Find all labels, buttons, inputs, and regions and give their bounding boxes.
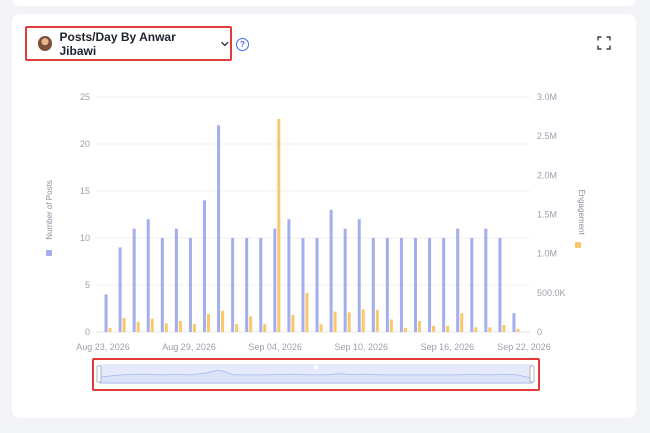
engagement-bar [277, 118, 281, 332]
posts-bar [470, 238, 474, 332]
y-left-title: Number of Posts [45, 180, 54, 240]
y-axis-right: 0 500.0K 1.0M 1.5M 2.0M 2.5M 3.0M [537, 92, 566, 337]
posts-bar [259, 238, 263, 332]
navigator-center-grip[interactable] [314, 365, 318, 369]
posts-engagement-chart: 0 5 10 15 20 25 0 500.0K 1.0M 1.5M 2.0M 2.5M 3.0M A… [45, 92, 586, 391]
posts-bar [428, 238, 432, 332]
y-left-tick: 20 [80, 139, 90, 149]
posts-bar [146, 219, 150, 332]
x-tick-label: Sep 16, 2026 [421, 342, 475, 352]
posts-bar [203, 200, 206, 332]
engagement-bar [291, 314, 295, 332]
engagement-bar [460, 313, 464, 332]
engagement-bar [136, 321, 140, 332]
posts-bar [132, 228, 136, 332]
engagement-bar [207, 313, 210, 332]
engagement-bar [319, 324, 323, 332]
engagement-bar [178, 321, 182, 332]
x-tick-label: Sep 22, 2026 [497, 342, 551, 352]
posts-bar [456, 228, 460, 332]
posts-bar [484, 228, 488, 332]
engagement-bar [249, 316, 253, 332]
posts-bar [118, 247, 122, 332]
engagement-bar [432, 325, 436, 332]
posts-bar [385, 238, 389, 332]
engagement-bar [305, 292, 309, 332]
engagement-bar [361, 309, 365, 332]
y-left-tick: 0 [85, 327, 90, 337]
x-tick-label: Aug 23, 2026 [76, 342, 130, 352]
engagement-bar [375, 310, 379, 332]
y-right-tick: 0 [537, 327, 542, 337]
y-left-title-text: Number of Posts [45, 180, 54, 240]
posts-bar [357, 219, 361, 332]
y-left-tick: 25 [80, 92, 90, 102]
range-navigator[interactable] [96, 364, 535, 384]
posts-bar [301, 238, 305, 332]
engagement-bar [221, 310, 225, 332]
posts-bar [498, 238, 502, 332]
posts-bar [414, 238, 417, 332]
posts-bar [371, 238, 375, 332]
y-left-tick: 10 [80, 233, 90, 243]
posts-bar [512, 313, 516, 332]
engagement-bar [122, 317, 126, 332]
y-axis-left: 0 5 10 15 20 25 [80, 92, 90, 337]
engagement-bar [235, 324, 239, 332]
y-right-title-text: Engagement [577, 189, 586, 235]
posts-bar [174, 228, 178, 332]
engagement-bar [446, 325, 450, 332]
engagement-bar [108, 328, 112, 332]
engagement-bar [150, 318, 154, 332]
engagement-bar [418, 321, 421, 332]
y-left-tick: 15 [80, 186, 90, 196]
engagement-bar [347, 312, 351, 332]
y-left-tick: 5 [85, 280, 90, 290]
y-right-title: Engagement [577, 189, 586, 235]
posts-bar [287, 219, 291, 332]
navigator-left-handle[interactable] [96, 365, 102, 383]
posts-bar [442, 238, 446, 332]
posts-legend-marker [46, 250, 52, 256]
navigator-right-handle[interactable] [529, 365, 535, 383]
posts-bar [315, 238, 319, 332]
posts-bar [399, 238, 403, 332]
engagement-bar [488, 327, 492, 332]
engagement-bar [164, 323, 168, 332]
x-axis: Aug 23, 2026 Aug 29, 2026 Sep 04, 2026 Sep … [76, 342, 551, 352]
posts-bar [329, 209, 333, 332]
engagement-legend-marker [575, 242, 581, 248]
posts-bar [160, 238, 164, 332]
posts-bar [188, 238, 192, 332]
posts-bar [231, 238, 235, 332]
posts-bar [343, 228, 347, 332]
bars [104, 118, 520, 332]
posts-bar [104, 294, 108, 332]
engagement-bar [333, 311, 337, 332]
x-tick-label: Aug 29, 2026 [162, 342, 216, 352]
engagement-bar [403, 328, 407, 332]
x-tick-label: Sep 10, 2026 [334, 342, 388, 352]
y-right-tick: 3.0M [537, 92, 557, 102]
y-right-tick: 2.5M [537, 131, 557, 141]
x-tick-label: Sep 04, 2026 [248, 342, 302, 352]
engagement-bar [263, 324, 267, 332]
engagement-bar [192, 324, 196, 332]
posts-bar [245, 238, 249, 332]
engagement-bar [502, 324, 506, 332]
posts-bar [273, 228, 277, 332]
engagement-bar [474, 327, 478, 332]
engagement-bar [516, 328, 520, 332]
y-right-tick: 500.0K [537, 288, 566, 298]
y-right-tick: 1.0M [537, 249, 557, 259]
y-right-tick: 2.0M [537, 170, 557, 180]
engagement-bar [389, 319, 393, 332]
y-right-tick: 1.5M [537, 210, 557, 220]
posts-bar [217, 125, 221, 332]
